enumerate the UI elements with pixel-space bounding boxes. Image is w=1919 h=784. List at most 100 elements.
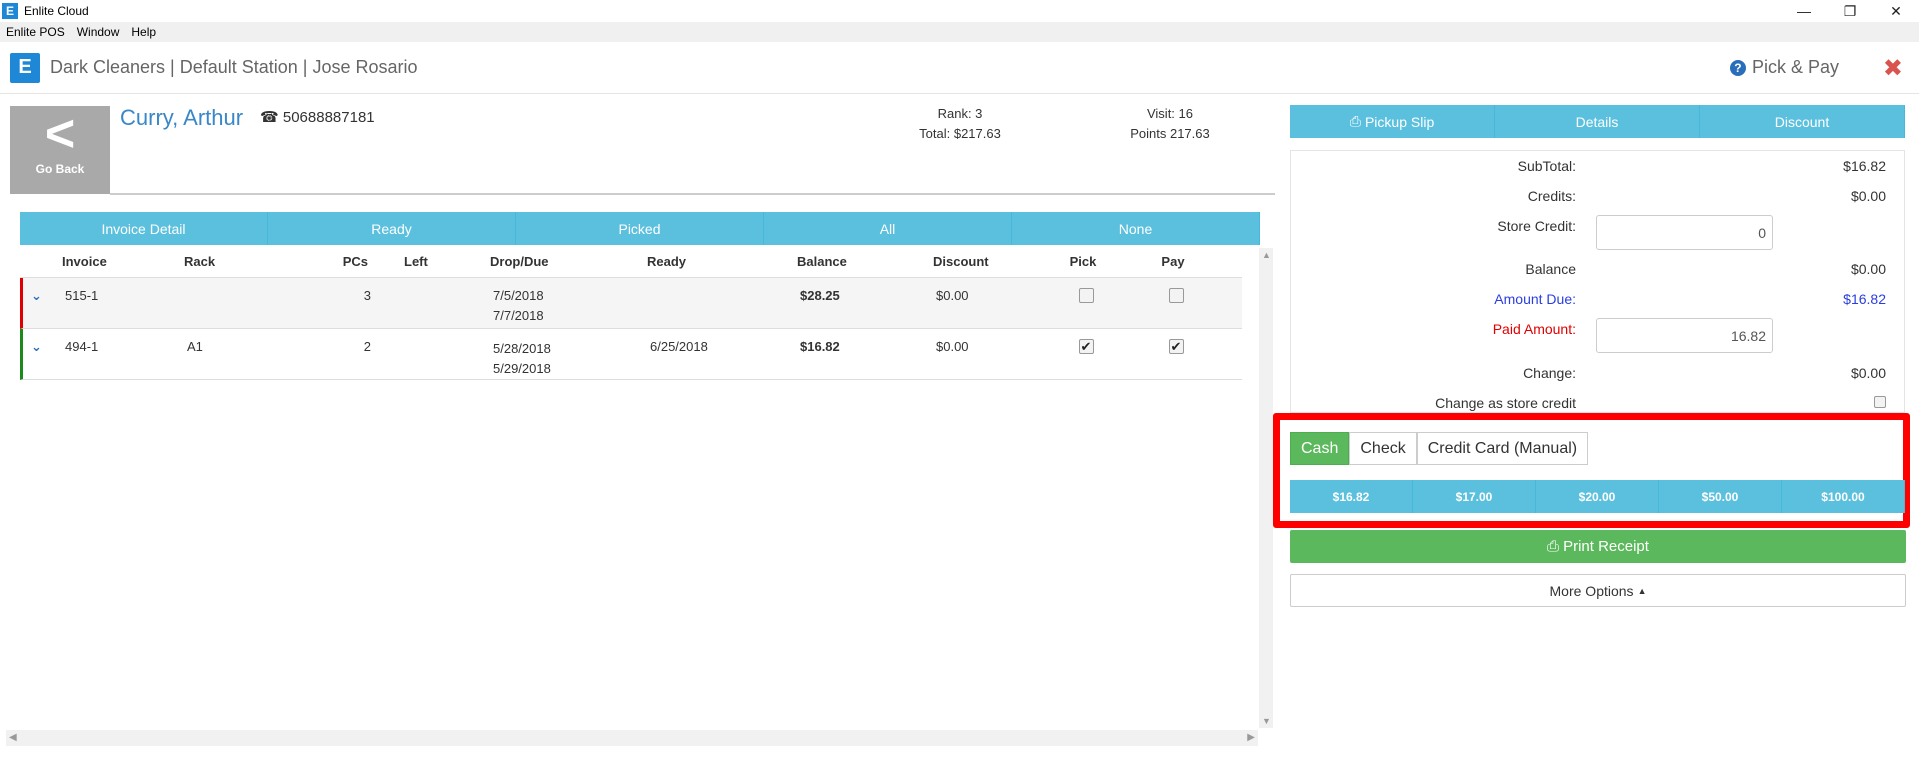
amount-due-value: $16.82 <box>1843 291 1886 307</box>
tab-ready[interactable]: Ready <box>268 212 516 245</box>
amount-button[interactable]: $50.00 <box>1659 480 1782 513</box>
page-title-label: Pick & Pay <box>1751 57 1839 77</box>
paid-amount-input[interactable]: 16.82 <box>1596 318 1773 353</box>
amount-button[interactable]: $100.00 <box>1782 480 1905 513</box>
pick-checkbox[interactable] <box>1036 288 1116 306</box>
cell-balance: $16.82 <box>800 339 840 354</box>
check-button[interactable]: Check <box>1349 432 1417 465</box>
scroll-down-icon[interactable]: ▼ <box>1262 716 1271 726</box>
pick-checkbox-box[interactable]: ✔ <box>1078 339 1094 354</box>
col-pick[interactable]: Pick <box>1033 254 1113 269</box>
customer-total: Total: $217.63 <box>919 126 1001 141</box>
scroll-right-icon[interactable]: ▶ <box>1247 732 1255 743</box>
tab-invoice-detail[interactable]: Invoice Detail <box>20 212 268 245</box>
tab-picked[interactable]: Picked <box>516 212 764 245</box>
credits-label: Credits: <box>1527 188 1576 204</box>
minimize-icon[interactable]: — <box>1781 0 1827 22</box>
col-left[interactable]: Left <box>374 254 452 269</box>
pick-checkbox-box[interactable] <box>1078 288 1094 303</box>
details-button[interactable]: Details <box>1495 105 1700 138</box>
pay-checkbox-box[interactable] <box>1168 288 1184 303</box>
change-value: $0.00 <box>1850 365 1886 381</box>
customer-rank: Rank: 3 <box>937 106 983 121</box>
restore-icon[interactable]: ❐ <box>1827 0 1873 22</box>
subtotal-value: $16.82 <box>1843 158 1886 174</box>
cell-balance: $28.25 <box>800 288 840 303</box>
col-invoice[interactable]: Invoice <box>62 254 184 269</box>
phone-icon: ☎ <box>260 109 279 126</box>
change-store-credit-checkbox[interactable] <box>1874 395 1886 411</box>
close-icon[interactable]: ✖ <box>1883 54 1903 83</box>
print-icon: ⎙ <box>1547 538 1560 555</box>
station-title: Dark Cleaners | Default Station | Jose R… <box>50 57 418 77</box>
chevron-down-icon[interactable]: ⌄ <box>23 288 65 304</box>
amount-button[interactable]: $16.82 <box>1290 480 1413 513</box>
table-header: Invoice Rack PCs Left Drop/Due Ready Bal… <box>20 245 1242 278</box>
more-options-button[interactable]: More Options ▲ <box>1290 574 1906 607</box>
change-label: Change: <box>1523 365 1576 381</box>
credits-value: $0.00 <box>1850 188 1886 204</box>
print-icon: ⎙ <box>1349 113 1361 129</box>
col-balance[interactable]: Balance <box>747 254 893 269</box>
pay-checkbox-box[interactable]: ✔ <box>1168 339 1184 354</box>
cell-pcs: 2 <box>363 339 371 354</box>
cell-drop: 5/28/2018 <box>493 341 551 356</box>
invoice-table: Invoice Rack PCs Left Drop/Due Ready Bal… <box>20 245 1242 380</box>
subtotal-label: SubTotal: <box>1517 158 1576 174</box>
amount-button[interactable]: $17.00 <box>1413 480 1536 513</box>
customer-divider <box>110 193 1275 195</box>
cell-drop-due: 7/5/2018 7/7/2018 <box>455 286 600 326</box>
chevron-down-icon[interactable]: ⌄ <box>23 339 65 355</box>
col-pcs[interactable]: PCs <box>284 254 374 269</box>
cell-invoice: 494-1 <box>65 339 99 354</box>
page-title: ? Pick & Pay <box>1729 57 1839 78</box>
customer-points: Points 217.63 <box>1130 126 1210 141</box>
tab-none[interactable]: None <box>1012 212 1260 245</box>
pickup-slip-button[interactable]: ⎙ Pickup Slip <box>1290 105 1495 138</box>
col-rack[interactable]: Rack <box>184 254 284 269</box>
cell-due: 5/29/2018 <box>493 361 551 376</box>
quick-amounts: $16.82 $17.00 $20.00 $50.00 $100.00 <box>1290 480 1905 513</box>
scroll-left-icon[interactable]: ◀ <box>9 732 17 743</box>
cash-button[interactable]: Cash <box>1290 432 1350 465</box>
cell-ready: 6/25/2018 <box>650 339 708 354</box>
pay-checkbox[interactable]: ✔ <box>1116 339 1206 354</box>
discount-button[interactable]: Discount <box>1700 105 1905 138</box>
window-title: Enlite Cloud <box>24 4 89 18</box>
menu-window[interactable]: Window <box>71 25 126 39</box>
col-ready[interactable]: Ready <box>597 254 747 269</box>
credit-card-manual-button[interactable]: Credit Card (Manual) <box>1416 432 1589 465</box>
menu-bar: Enlite POS Window Help <box>0 22 1919 42</box>
menu-enlite-pos[interactable]: Enlite POS <box>0 25 71 39</box>
vertical-scrollbar[interactable]: ▲ ▼ <box>1259 248 1273 728</box>
pick-checkbox[interactable]: ✔ <box>1036 339 1116 354</box>
customer-name[interactable]: Curry, Arthur <box>120 105 243 131</box>
col-pay[interactable]: Pay <box>1113 254 1203 269</box>
change-store-credit-box[interactable] <box>1874 396 1886 408</box>
tab-all[interactable]: All <box>764 212 1012 245</box>
cell-drop-due: 5/28/2018 5/29/2018 <box>455 339 600 379</box>
pay-checkbox[interactable] <box>1116 288 1206 306</box>
amount-button[interactable]: $20.00 <box>1536 480 1659 513</box>
window-close-icon[interactable]: ✕ <box>1873 0 1919 22</box>
menu-help[interactable]: Help <box>125 25 162 39</box>
print-receipt-button[interactable]: ⎙ Print Receipt <box>1290 530 1906 563</box>
filter-tabs: Invoice Detail Ready Picked All None <box>20 212 1260 245</box>
scroll-up-icon[interactable]: ▲ <box>1262 250 1271 260</box>
cell-drop: 7/5/2018 <box>493 288 544 303</box>
store-credit-input[interactable]: 0 <box>1596 215 1773 250</box>
col-drop-due[interactable]: Drop/Due <box>452 254 597 269</box>
help-icon[interactable]: ? <box>1729 59 1746 76</box>
customer-visit: Visit: 16 <box>1146 106 1193 121</box>
table-row[interactable]: ⌄ 494-1 A1 2 5/28/2018 5/29/2018 6/25/20… <box>20 329 1242 380</box>
horizontal-scrollbar[interactable]: ◀ ▶ <box>6 730 1258 746</box>
go-back-button[interactable]: < Go Back <box>10 106 110 194</box>
balance-value: $0.00 <box>1850 261 1886 277</box>
print-receipt-label: Print Receipt <box>1563 538 1649 555</box>
col-discount[interactable]: Discount <box>893 254 1033 269</box>
caret-up-icon: ▲ <box>1637 585 1647 596</box>
table-row[interactable]: ⌄ 515-1 3 7/5/2018 7/7/2018 $28.25 $0.00 <box>20 278 1242 329</box>
right-tabs: ⎙ Pickup Slip Details Discount <box>1290 105 1905 138</box>
balance-label: Balance <box>1525 261 1576 277</box>
cell-rack: A1 <box>187 339 203 354</box>
